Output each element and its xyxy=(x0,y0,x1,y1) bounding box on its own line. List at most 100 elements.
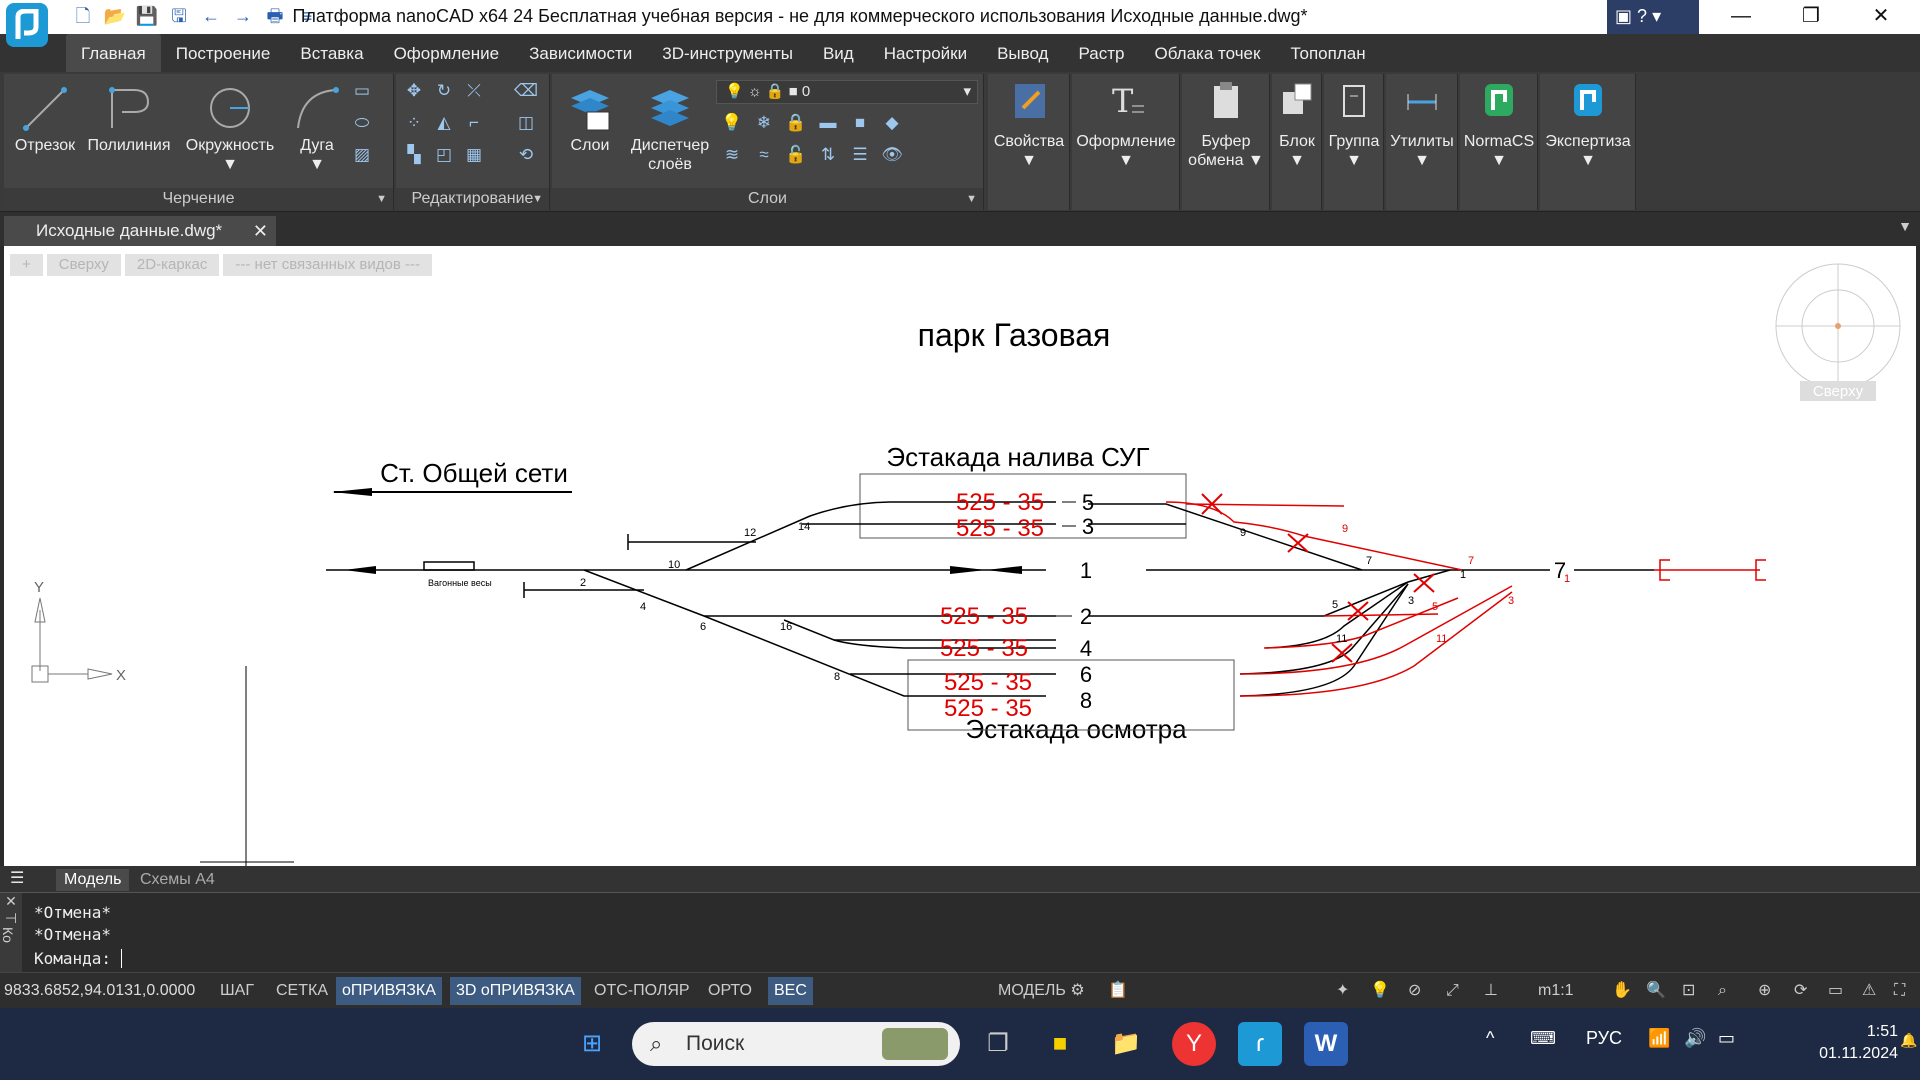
circle-button[interactable]: Окружность ▼ xyxy=(180,84,280,174)
annotation-scale[interactable]: m1:1 xyxy=(1532,977,1580,1005)
clock[interactable]: 1:51 01.11.2024 xyxy=(1768,1021,1898,1065)
tab-insert[interactable]: Вставка xyxy=(285,34,378,72)
properties-button[interactable]: Свойства ▼ xyxy=(990,80,1068,170)
fullscreen-icon[interactable]: ⛶ xyxy=(1888,977,1911,1005)
group-draw-label[interactable]: Черчение ▼ xyxy=(4,188,393,210)
hatch-icon[interactable]: ▨ xyxy=(350,144,374,166)
layer-visibility-icon[interactable]: 👁 xyxy=(880,144,904,166)
isolate-icon[interactable]: ⊘ xyxy=(1402,977,1427,1005)
tray-chevron-icon[interactable]: ^ xyxy=(1486,1028,1494,1049)
block-button[interactable]: Блок ▼ xyxy=(1272,80,1322,170)
tab-home[interactable]: Главная xyxy=(66,34,161,72)
layer-unisolate-icon[interactable]: ≈ xyxy=(752,144,776,166)
copy-icon[interactable]: ⁘ xyxy=(402,112,426,134)
arc-button[interactable]: Дуга ▼ xyxy=(284,84,350,174)
close-icon[interactable]: ✕ xyxy=(0,893,22,910)
app-logo-icon[interactable] xyxy=(6,3,48,47)
tab-layout-a4[interactable]: Схемы А4 xyxy=(132,869,223,891)
yandex-browser-icon[interactable]: Y xyxy=(1172,1022,1216,1066)
normacs-button[interactable]: NormaCS ▼ xyxy=(1460,80,1538,170)
pin-icon[interactable]: ⊣ xyxy=(0,910,22,927)
pan-icon[interactable]: ✋ xyxy=(1606,977,1638,1005)
start-icon[interactable]: ⊞ xyxy=(570,1022,614,1066)
group-edit-label[interactable]: Редактирование ▼ xyxy=(396,188,549,210)
clipboard-button[interactable]: Буфер обмена ▼ xyxy=(1184,80,1268,170)
layer-unlock-icon[interactable]: 🔓 xyxy=(784,144,808,166)
layout-icon[interactable]: ▣ xyxy=(1615,6,1632,26)
tab-3d[interactable]: 3D-инструменты xyxy=(647,34,808,72)
chevron-down-icon[interactable]: ▾ xyxy=(1652,6,1661,26)
layer-match-icon[interactable]: ▬ xyxy=(816,112,840,134)
volume-icon[interactable]: 🔊 xyxy=(1684,1028,1706,1049)
snap-toggle[interactable]: ШАГ xyxy=(214,977,260,1005)
word-icon[interactable]: W xyxy=(1304,1022,1348,1066)
tab-build[interactable]: Построение xyxy=(161,34,286,72)
battery-icon[interactable]: ▭ xyxy=(1718,1028,1735,1049)
view-cube[interactable]: Сверху xyxy=(1775,263,1901,401)
lineweight-toggle[interactable]: ВЕС xyxy=(768,977,813,1005)
layer-freeze-icon[interactable]: ❄ xyxy=(752,112,776,134)
polyline-button[interactable]: Полилиния xyxy=(84,84,174,155)
notifications-icon[interactable]: 🔔 xyxy=(1900,1032,1917,1049)
tabs-dropdown-icon[interactable]: ▼ xyxy=(1898,218,1912,234)
orbit-icon[interactable]: ⊕ xyxy=(1752,977,1777,1005)
drawing-canvas[interactable]: + Сверху 2D-каркас --- нет связанных вид… xyxy=(4,246,1916,866)
grid-toggle[interactable]: СЕТКА xyxy=(270,977,334,1005)
explode-icon[interactable]: ◫ xyxy=(514,112,538,134)
zoom-icon[interactable]: 🔍 xyxy=(1640,977,1672,1005)
tab-view[interactable]: Вид xyxy=(808,34,869,72)
alert-icon[interactable]: ⚠ xyxy=(1856,977,1882,1005)
tab-output[interactable]: Вывод xyxy=(982,34,1063,72)
model-space-toggle[interactable]: МОДЕЛЬ ⚙ xyxy=(992,977,1091,1005)
tab-raster[interactable]: Растр xyxy=(1063,34,1139,72)
format-button[interactable]: T Оформление ▼ xyxy=(1074,80,1178,170)
stretch-icon[interactable]: ▚ xyxy=(402,144,426,166)
rectangle-icon[interactable]: ▭ xyxy=(350,80,374,102)
layer-isolate-icon[interactable]: ≋ xyxy=(720,144,744,166)
layer-merge-icon[interactable]: ⇅ xyxy=(816,144,840,166)
mirror-icon[interactable]: ◭ xyxy=(432,112,456,134)
language-indicator[interactable]: РУС xyxy=(1586,1028,1622,1049)
file-explorer-icon[interactable]: 📁 xyxy=(1104,1022,1148,1066)
chevron-down-icon[interactable]: ▼ xyxy=(222,156,238,173)
zoom-previous-icon[interactable]: ⌕ xyxy=(1712,977,1733,1005)
tab-topoplan[interactable]: Топоплан xyxy=(1275,34,1380,72)
task-view-icon[interactable]: ❐ xyxy=(976,1022,1020,1066)
layers-button[interactable]: Слои xyxy=(558,84,622,155)
lightbulb-status-icon[interactable]: 💡 xyxy=(1364,977,1396,1005)
layer-manager-button[interactable]: Диспетчер слоёв xyxy=(622,84,718,174)
3d-osnap-toggle[interactable]: 3D оПРИВЯЗКА xyxy=(450,977,581,1005)
clipboard-status-icon[interactable]: 📋 xyxy=(1102,977,1134,1005)
wifi-icon[interactable]: 📶 xyxy=(1648,1028,1670,1049)
close-icon[interactable]: ✕ xyxy=(253,216,268,246)
regen-icon[interactable]: ⟳ xyxy=(1788,977,1813,1005)
erase-icon[interactable]: ⌫ xyxy=(514,80,538,102)
rotate-icon[interactable]: ↻ xyxy=(432,80,456,102)
nanocad-taskbar-icon[interactable]: ɾ xyxy=(1238,1022,1282,1066)
line-button[interactable]: Отрезок xyxy=(10,84,80,155)
utilities-button[interactable]: Утилиты ▼ xyxy=(1386,80,1458,170)
chevron-down-icon[interactable]: ▼ xyxy=(309,156,325,173)
tab-model[interactable]: Модель xyxy=(56,869,130,891)
document-tab[interactable]: Исходные данные.dwg* ✕ xyxy=(4,216,276,246)
otrack-polar-toggle[interactable]: ОТС-ПОЛЯР xyxy=(588,977,696,1005)
group-layers-label[interactable]: Слои ▼ xyxy=(552,188,983,210)
cursor-icon[interactable]: ⤢ xyxy=(1440,977,1465,1005)
help-button[interactable]: ? xyxy=(1637,6,1647,26)
tab-point-clouds[interactable]: Облака точек xyxy=(1139,34,1275,72)
group-button[interactable]: Группа ▼ xyxy=(1324,80,1384,170)
layer-select[interactable]: 💡 ☼ 🔒 ■ 0 ▾ xyxy=(716,80,978,104)
trim-icon[interactable]: ⤫ xyxy=(462,80,486,102)
layer-lock-icon[interactable]: 🔒 xyxy=(784,112,808,134)
layer-current-icon[interactable]: ■ xyxy=(848,112,872,134)
ortho-toggle[interactable]: ОРТО xyxy=(702,977,758,1005)
annotation-icon[interactable]: ✦ xyxy=(1330,977,1355,1005)
zoom-window-icon[interactable]: ⊡ xyxy=(1676,977,1701,1005)
scale-icon[interactable]: ◰ xyxy=(432,144,456,166)
array-icon[interactable]: ▦ xyxy=(462,144,486,166)
tab-settings[interactable]: Настройки xyxy=(869,34,982,72)
minimize-button[interactable]: — xyxy=(1706,0,1776,34)
layout-menu-icon[interactable]: ☰ xyxy=(10,868,24,888)
layer-walk-icon[interactable]: ☰ xyxy=(848,144,872,166)
sticky-notes-icon[interactable]: ■ xyxy=(1038,1022,1082,1066)
